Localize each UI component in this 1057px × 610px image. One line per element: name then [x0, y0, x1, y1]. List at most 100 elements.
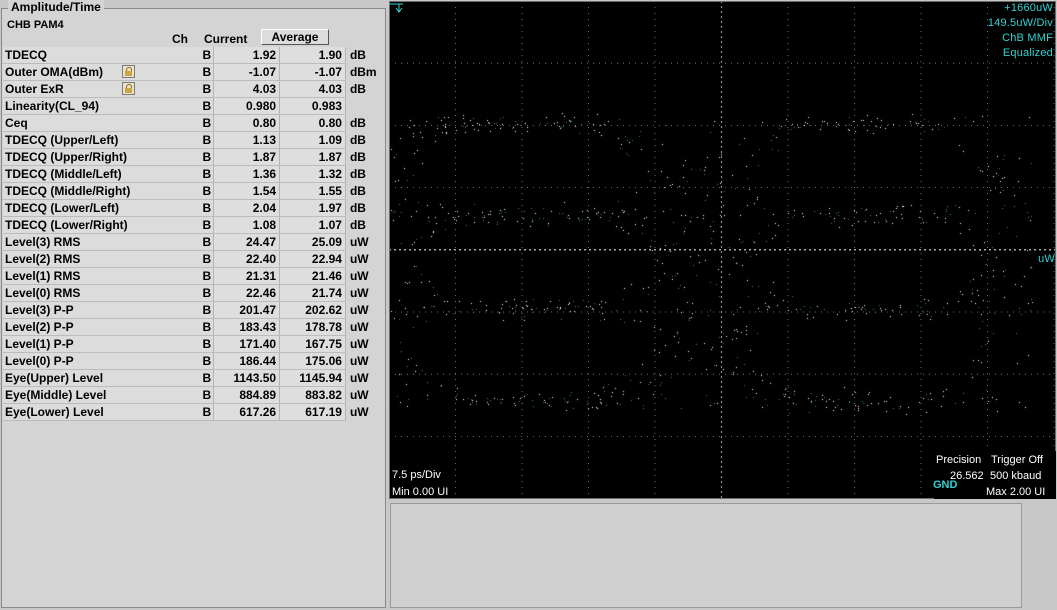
- measurement-name: Level(3) RMS: [3, 233, 190, 251]
- measurement-row[interactable]: Outer OMA(dBm) B -1.07 -1.07 dBm: [3, 63, 385, 81]
- lock-icon[interactable]: [122, 65, 135, 78]
- gnd-arrow-icon: [389, 3, 403, 13]
- measurement-name: TDECQ (Middle/Right): [3, 182, 190, 200]
- measurement-name: Ceq: [3, 114, 190, 132]
- measurement-row[interactable]: Level(2) P-P B 183.43 178.78 uW: [3, 318, 385, 336]
- measurement-unit-text: uW: [349, 320, 369, 334]
- measurement-average: 167.75: [279, 335, 346, 353]
- measurement-current-text: 1.08: [252, 218, 277, 232]
- measurement-average-text: 25.09: [311, 235, 342, 249]
- measurement-channel: B: [189, 199, 215, 217]
- scale-readout: +1660uW 149.5uW/Div ChB MMF Equalized: [988, 1, 1053, 61]
- rate-right: 500 kbaud: [990, 470, 1042, 482]
- measurement-row[interactable]: TDECQ (Upper/Left) B 1.13 1.09 dB: [3, 131, 385, 149]
- measurement-average-text: -1.07: [314, 65, 342, 79]
- measurement-row[interactable]: Linearity(CL_94) B 0.980 0.983: [3, 97, 385, 115]
- measurement-row[interactable]: TDECQ (Lower/Left) B 2.04 1.97 dB: [3, 199, 385, 217]
- measurement-current-text: 4.03: [252, 82, 277, 96]
- measurement-average: 178.78: [279, 318, 346, 336]
- measurement-average: 202.62: [279, 301, 346, 319]
- measurement-channel: B: [189, 386, 215, 404]
- measurement-channel-text: B: [202, 286, 212, 300]
- eye-diagram-display[interactable]: +1660uW 149.5uW/Div ChB MMF Equalized uW…: [389, 1, 1056, 499]
- max-ui: Max 2.00 UI: [986, 486, 1046, 498]
- measurement-name-text: TDECQ (Lower/Right): [5, 218, 128, 232]
- measurement-row[interactable]: TDECQ (Lower/Right) B 1.08 1.07 dB: [3, 216, 385, 234]
- measurement-row[interactable]: Outer ExR B 4.03 4.03 dB: [3, 80, 385, 98]
- measurement-unit-text: dBm: [349, 65, 377, 79]
- measurement-name-text: Level(2) P-P: [5, 320, 74, 334]
- measurement-current-text: 22.46: [246, 286, 277, 300]
- measurement-row[interactable]: TDECQ (Upper/Right) B 1.87 1.87 dB: [3, 148, 385, 166]
- measurement-average-text: 617.19: [305, 405, 342, 419]
- measurement-average-text: 21.74: [311, 286, 342, 300]
- measurement-row[interactable]: TDECQ B 1.92 1.90 dB: [3, 47, 385, 64]
- measurement-name: TDECQ (Upper/Right): [3, 148, 190, 166]
- measurement-unit-text: uW: [349, 337, 369, 351]
- trigger-info-box: Precision Trigger Off 26.562 500 kbaud M…: [934, 451, 1056, 499]
- average-button[interactable]: Average: [261, 29, 329, 45]
- equalized-readout: Equalized: [1002, 47, 1053, 59]
- measurement-channel-text: B: [202, 303, 212, 317]
- measurement-name: TDECQ: [3, 47, 190, 64]
- measurement-average-text: 202.62: [305, 303, 342, 317]
- min-ui: Min 0.00 UI: [392, 486, 449, 498]
- measurement-average-text: 0.983: [311, 99, 342, 113]
- measurement-name-text: Linearity(CL_94): [5, 99, 100, 113]
- measurement-row[interactable]: Level(0) RMS B 22.46 21.74 uW: [3, 284, 385, 302]
- measurement-row[interactable]: Level(3) RMS B 24.47 25.09 uW: [3, 233, 385, 251]
- measurement-channel: B: [189, 403, 215, 421]
- measurement-current: 1.87: [213, 148, 281, 166]
- lower-empty-pane: [390, 503, 1022, 608]
- channel-readout: ChB MMF: [1002, 32, 1053, 44]
- measurement-current: 2.04: [213, 199, 281, 217]
- lock-icon[interactable]: [122, 82, 135, 95]
- measurement-current: 201.47: [213, 301, 281, 319]
- measurement-row[interactable]: TDECQ (Middle/Left) B 1.36 1.32 dB: [3, 165, 385, 183]
- precision-label: Precision: [936, 454, 982, 466]
- measurement-name-text: Level(3) RMS: [5, 235, 81, 249]
- measurement-name-text: TDECQ (Lower/Left): [5, 201, 119, 215]
- measurement-name: Level(2) RMS: [3, 250, 190, 268]
- measurement-average-text: 167.75: [305, 337, 342, 351]
- measurement-row[interactable]: Eye(Upper) Level B 1143.50 1145.94 uW: [3, 369, 385, 387]
- measurement-current-text: 1.92: [252, 48, 277, 62]
- measurement-row[interactable]: Eye(Lower) Level B 617.26 617.19 uW: [3, 403, 385, 421]
- measurement-current: 21.31: [213, 267, 281, 285]
- measurement-channel: B: [189, 63, 215, 81]
- measurement-row[interactable]: Level(2) RMS B 22.40 22.94 uW: [3, 250, 385, 268]
- measurement-current-text: 22.40: [246, 252, 277, 266]
- measurement-unit: dB: [345, 165, 385, 183]
- measurement-name-text: Eye(Middle) Level: [5, 388, 107, 402]
- measurement-unit: dB: [345, 80, 385, 98]
- measurement-row[interactable]: Eye(Middle) Level B 884.89 883.82 uW: [3, 386, 385, 404]
- measurement-current-text: 0.980: [246, 99, 277, 113]
- measurement-channel-text: B: [202, 320, 212, 334]
- measurement-unit: uW: [345, 352, 385, 370]
- trigger-label: Trigger Off: [991, 454, 1043, 466]
- measurement-row[interactable]: Ceq B 0.80 0.80 dB: [3, 114, 385, 132]
- measurement-current: 1.92: [213, 47, 281, 64]
- measurement-average-text: 0.80: [318, 116, 342, 130]
- column-header-ch: Ch: [172, 32, 188, 46]
- measurement-row[interactable]: Level(1) P-P B 171.40 167.75 uW: [3, 335, 385, 353]
- measurement-name-text: TDECQ (Upper/Right): [5, 150, 127, 164]
- measurements-panel: Amplitude/Time CHB PAM4 Ch Current Avera…: [1, 0, 386, 608]
- measurement-current: 171.40: [213, 335, 281, 353]
- measurement-name-text: TDECQ (Middle/Left): [5, 167, 122, 181]
- measurement-row[interactable]: Level(0) P-P B 186.44 175.06 uW: [3, 352, 385, 370]
- measurement-current: 1.13: [213, 131, 281, 149]
- top-level-readout: +1660uW: [1004, 2, 1053, 14]
- measurement-channel-text: B: [202, 337, 212, 351]
- measurement-name-text: Level(0) P-P: [5, 354, 74, 368]
- measurement-channel-text: B: [202, 218, 212, 232]
- measurement-unit: dBm: [345, 63, 385, 81]
- measurement-name: Level(1) P-P: [3, 335, 190, 353]
- measurement-unit: dB: [345, 148, 385, 166]
- measurement-row[interactable]: Level(1) RMS B 21.31 21.46 uW: [3, 267, 385, 285]
- measurement-name: Level(3) P-P: [3, 301, 190, 319]
- measurement-unit: dB: [345, 114, 385, 132]
- measurement-row[interactable]: Level(3) P-P B 201.47 202.62 uW: [3, 301, 385, 319]
- measurement-row[interactable]: TDECQ (Middle/Right) B 1.54 1.55 dB: [3, 182, 385, 200]
- measurement-channel-text: B: [202, 184, 212, 198]
